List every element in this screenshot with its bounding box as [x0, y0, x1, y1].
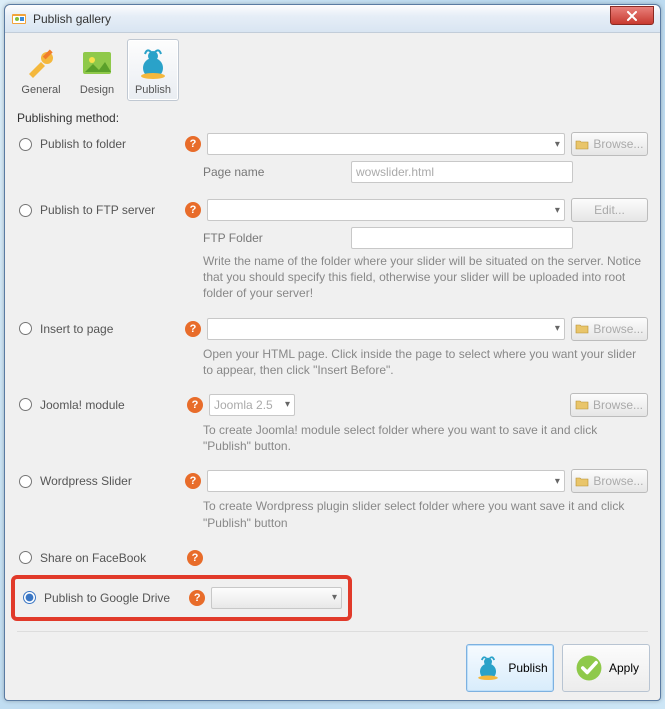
picture-icon: [79, 46, 115, 82]
check-circle-icon: [573, 652, 605, 684]
folder-icon: [575, 476, 589, 487]
insert-page-combo[interactable]: ▾: [207, 318, 565, 340]
insert-hint: Open your HTML page. Click inside the pa…: [203, 346, 648, 378]
radio-folder[interactable]: [19, 138, 32, 151]
publish-button[interactable]: Publish: [466, 644, 554, 692]
ftp-server-combo[interactable]: ▾: [207, 199, 565, 221]
wordpress-hint: To create Wordpress plugin slider select…: [203, 498, 648, 530]
help-icon[interactable]: ?: [185, 136, 201, 152]
ftp-folder-input[interactable]: [351, 227, 573, 249]
radio-insert-label: Insert to page: [40, 322, 113, 336]
radio-gdrive-label: Publish to Google Drive: [44, 591, 170, 605]
radio-ftp-label: Publish to FTP server: [40, 203, 155, 217]
help-icon[interactable]: ?: [185, 202, 201, 218]
radio-joomla-label: Joomla! module: [40, 398, 125, 412]
content-area: Publishing method: Publish to folder ? ▾…: [5, 101, 660, 638]
dialog-window: Publish gallery General Design Publish P…: [4, 4, 661, 701]
browse-folder-button[interactable]: Browse...: [571, 132, 648, 156]
close-button[interactable]: [610, 6, 654, 25]
help-icon[interactable]: ?: [187, 550, 203, 566]
browse-wordpress-button[interactable]: Browse...: [571, 469, 648, 493]
help-icon[interactable]: ?: [189, 590, 205, 606]
edit-ftp-button[interactable]: Edit...: [571, 198, 648, 222]
tab-publish[interactable]: Publish: [127, 39, 179, 101]
browse-insert-button[interactable]: Browse...: [571, 317, 648, 341]
method-gdrive-row: Publish to Google Drive ? ▾: [21, 585, 342, 611]
radio-gdrive[interactable]: [23, 591, 36, 604]
browse-joomla-button[interactable]: Browse...: [570, 393, 648, 417]
tab-design[interactable]: Design: [71, 39, 123, 101]
help-icon[interactable]: ?: [185, 321, 201, 337]
folder-icon: [575, 323, 589, 334]
method-folder-row: Publish to folder ? ▾ Browse...: [17, 131, 648, 157]
tab-label: Publish: [135, 84, 171, 96]
tab-strip: General Design Publish: [5, 33, 660, 101]
ftp-hint: Write the name of the folder where your …: [203, 253, 648, 302]
wordpress-combo[interactable]: ▾: [207, 470, 565, 492]
joomla-version-combo[interactable]: Joomla 2.5▾: [209, 394, 295, 416]
footer-buttons: Publish Apply: [466, 644, 650, 692]
page-name-label: Page name: [203, 165, 343, 179]
help-icon[interactable]: ?: [185, 473, 201, 489]
method-insert-row: Insert to page ? ▾ Browse...: [17, 316, 648, 342]
method-wordpress-row: Wordpress Slider ? ▾ Browse...: [17, 468, 648, 494]
window-title: Publish gallery: [33, 12, 610, 26]
radio-folder-label: Publish to folder: [40, 137, 126, 151]
apply-button[interactable]: Apply: [562, 644, 650, 692]
section-label: Publishing method:: [17, 111, 648, 125]
publish-mascot-icon: [135, 46, 171, 82]
highlight-box: Publish to Google Drive ? ▾: [11, 575, 352, 621]
radio-facebook-label: Share on FaceBook: [40, 551, 146, 565]
wrench-icon: [23, 46, 59, 82]
folder-icon: [575, 399, 589, 410]
radio-wordpress-label: Wordpress Slider: [40, 474, 132, 488]
joomla-hint: To create Joomla! module select folder w…: [203, 422, 648, 454]
titlebar: Publish gallery: [5, 5, 660, 33]
method-facebook-row: Share on FaceBook ?: [17, 545, 648, 571]
radio-ftp[interactable]: [19, 204, 32, 217]
tab-label: Design: [80, 84, 114, 96]
publish-mascot-icon: [472, 652, 504, 684]
app-icon: [11, 11, 27, 27]
page-name-input[interactable]: [351, 161, 573, 183]
tab-general[interactable]: General: [15, 39, 67, 101]
folder-path-combo[interactable]: ▾: [207, 133, 565, 155]
gdrive-combo[interactable]: ▾: [211, 587, 342, 609]
tab-label: General: [21, 84, 60, 96]
divider: [17, 631, 648, 632]
radio-wordpress[interactable]: [19, 475, 32, 488]
radio-facebook[interactable]: [19, 551, 32, 564]
help-icon[interactable]: ?: [187, 397, 203, 413]
radio-joomla[interactable]: [19, 398, 32, 411]
method-ftp-row: Publish to FTP server ? ▾ Edit...: [17, 197, 648, 223]
ftp-folder-label: FTP Folder: [203, 231, 343, 245]
folder-icon: [575, 139, 589, 150]
radio-insert[interactable]: [19, 322, 32, 335]
method-joomla-row: Joomla! module ? Joomla 2.5▾ Browse...: [17, 392, 648, 418]
